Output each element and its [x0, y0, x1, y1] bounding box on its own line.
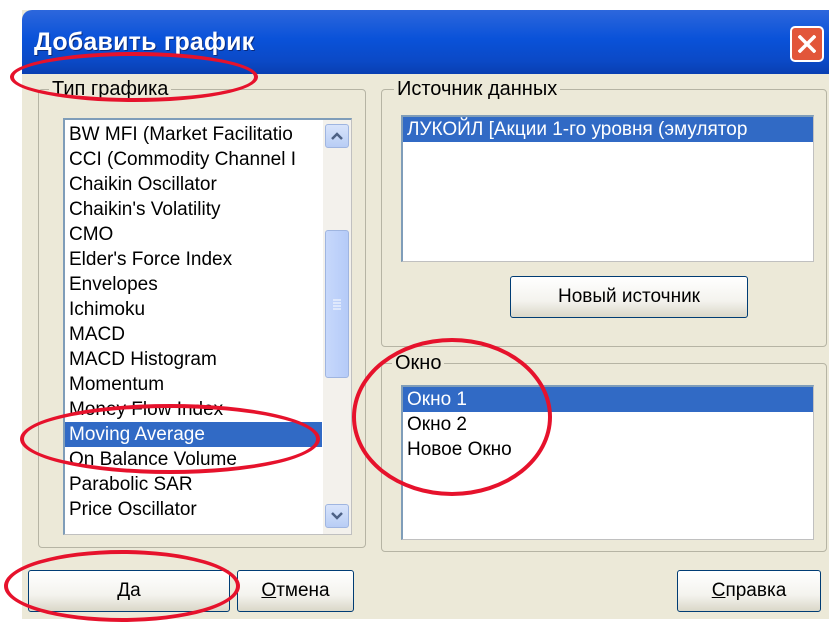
ok-button[interactable]: Да [28, 570, 230, 612]
chart-type-item[interactable]: Moving Average [65, 422, 325, 447]
window-list[interactable]: Окно 1 Окно 2 Новое Окно [401, 385, 814, 540]
scroll-grip-icon [333, 299, 341, 310]
window-label: Окно [392, 351, 445, 375]
cancel-button[interactable]: Отмена [237, 570, 354, 612]
window-item[interactable]: Окно 2 [403, 412, 813, 437]
chart-type-item[interactable]: BW MFI (Market Facilitatio [65, 122, 325, 147]
data-source-label: Источник данных [394, 77, 561, 101]
chart-type-item[interactable]: MACD [65, 322, 325, 347]
data-source-group: Источник данных ЛУКОЙЛ [Акции 1-го уровн… [381, 77, 827, 347]
help-label-rest: правка [725, 580, 787, 601]
dialog-title: Добавить график [34, 28, 255, 56]
chart-type-item[interactable]: Chaikin Oscillator [65, 172, 325, 197]
chart-type-item[interactable]: CCI (Commodity Channel I [65, 147, 325, 172]
help-accel: С [711, 580, 726, 601]
chart-type-item[interactable]: MACD Histogram [65, 347, 325, 372]
help-button[interactable]: Справка [677, 570, 821, 612]
cancel-label-rest: тмена [276, 580, 330, 601]
chart-type-list[interactable]: BW MFI (Market Facilitatio CCI (Commodity… [63, 118, 352, 535]
scroll-up-arrow-icon [331, 132, 343, 140]
scroll-down-arrow-icon [331, 512, 343, 520]
chart-type-group: Тип графика BW MFI (Market Facilitatio CC… [38, 77, 366, 548]
chart-type-label: Тип графика [49, 77, 172, 101]
chart-type-item[interactable]: Ichimoku [65, 297, 325, 322]
ok-accel: Д [117, 580, 131, 601]
chart-type-item[interactable]: Money Flow Index [65, 397, 325, 422]
cancel-accel: О [261, 580, 277, 601]
window-item[interactable]: Новое Окно [403, 437, 813, 462]
data-source-list[interactable]: ЛУКОЙЛ [Акции 1-го уровня (эмулятор [401, 115, 814, 262]
close-button[interactable] [790, 26, 824, 62]
chart-type-item[interactable]: On Balance Volume [65, 447, 325, 472]
chart-type-scrollbar[interactable] [322, 120, 351, 534]
chart-type-item[interactable]: CMO [65, 222, 325, 247]
close-x-icon [798, 35, 816, 53]
window-group: Окно Окно 1 Окно 2 Новое Окно [381, 351, 827, 552]
scroll-down-button[interactable] [325, 504, 349, 528]
window-item[interactable]: Окно 1 [403, 387, 813, 412]
chart-type-item[interactable]: Parabolic SAR [65, 472, 325, 497]
new-source-button[interactable]: Новый источник [510, 276, 748, 318]
chart-type-item[interactable]: Chaikin's Volatility [65, 197, 325, 222]
data-source-item[interactable]: ЛУКОЙЛ [Акции 1-го уровня (эмулятор [403, 117, 813, 142]
title-bar[interactable]: Добавить график [22, 10, 829, 74]
window-items: Окно 1 Окно 2 Новое Окно [403, 387, 813, 462]
chart-type-item[interactable]: Elder's Force Index [65, 247, 325, 272]
chart-type-item[interactable]: Momentum [65, 372, 325, 397]
add-chart-dialog: Добавить график Тип графика BW MFI (Mark… [22, 10, 829, 619]
chart-type-item[interactable]: Price Oscillator [65, 497, 325, 522]
scroll-thumb[interactable] [325, 230, 349, 378]
chart-type-items: BW MFI (Market Facilitatio CCI (Commodity… [65, 122, 325, 522]
scroll-up-button[interactable] [325, 124, 349, 148]
ok-label-rest: а [130, 580, 141, 601]
chart-type-item[interactable]: Envelopes [65, 272, 325, 297]
